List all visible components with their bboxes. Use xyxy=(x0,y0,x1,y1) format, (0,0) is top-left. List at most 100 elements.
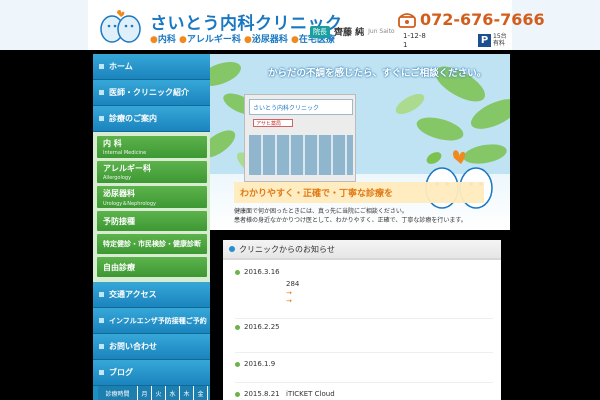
news-text[interactable]: 284 xyxy=(286,280,299,288)
sidebar-item-about[interactable]: 医師・クリニック紹介 xyxy=(93,80,210,106)
arrow-link-icon[interactable]: → xyxy=(286,297,292,305)
hero-subtitle: わかりやすく・正確で・丁寧な診療を xyxy=(234,182,484,203)
hero-body-line: 健康面で何か困ったときには、真っ先に当院にご相談ください。 xyxy=(234,208,408,215)
square-bullet-icon xyxy=(99,116,104,121)
hours-header: 診療時間 xyxy=(98,386,138,400)
subnav-item-vaccination[interactable]: 予防接種 xyxy=(97,211,207,231)
subnav-item-urology[interactable]: 泌尿器科 Urology＆Nephrology xyxy=(97,186,207,208)
mascot-characters-icon xyxy=(425,150,493,209)
subnav-sublabel: Urology＆Nephrology xyxy=(103,201,156,207)
news-header: クリニックからのお知らせ xyxy=(223,240,501,260)
phone-contact[interactable]: 072-676-7666 xyxy=(398,10,545,29)
subnav-item-allergology[interactable]: アレルギー科 Allergology xyxy=(97,161,207,183)
square-bullet-icon xyxy=(99,318,104,323)
sidebar-nav: ホーム 医師・クリニック紹介 診療のご案内 内 科 Internal Medic… xyxy=(93,54,210,400)
sidebar-item-access[interactable]: 交通アクセス xyxy=(93,282,210,308)
hours-day: 火 xyxy=(152,386,166,400)
parking-info: P 15台 有料 xyxy=(478,33,507,47)
doctor-title-badge: 院長 xyxy=(310,25,330,38)
subnav-label: 特定健診・市民検診・健康診断 xyxy=(103,240,201,248)
parking-fee: 有料 xyxy=(493,40,506,47)
news-date: 2016.1.9 xyxy=(244,360,276,368)
building-sign: さいとう内科クリニック xyxy=(249,99,353,115)
news-section: クリニックからのお知らせ 2016.3.16 284 → → 2016.2.25… xyxy=(223,240,501,400)
building-windows xyxy=(249,135,353,175)
subnav-item-self-pay[interactable]: 自由診療 xyxy=(97,257,207,277)
address-line: 1 xyxy=(403,41,408,49)
bullet-icon: ● xyxy=(150,35,158,45)
mascot-logo-icon[interactable] xyxy=(98,7,142,45)
news-date: 2016.2.25 xyxy=(244,323,280,331)
dept-urology: 泌尿器科 xyxy=(251,35,288,45)
clinic-address: 1-12-8 1 xyxy=(403,32,426,50)
bullet-icon: ● xyxy=(244,35,252,45)
sidebar-item-flu-reservation[interactable]: インフルエンザ予防接種ご予約 xyxy=(93,308,210,334)
phone-number[interactable]: 072-676-7666 xyxy=(420,10,545,29)
dept-internal: 内科 xyxy=(157,35,176,45)
sidebar-item-home[interactable]: ホーム xyxy=(93,54,210,80)
hours-day: 金 xyxy=(194,386,208,400)
news-date: 2015.8.21 xyxy=(244,390,280,398)
address-line: 1-12-8 xyxy=(403,32,426,40)
hours-day: 木 xyxy=(180,386,194,400)
hero-body: 健康面で何か困ったときには、真っ先に当院にご相談ください。 患者様の身近なかかり… xyxy=(234,207,509,225)
subnav-item-internal-medicine[interactable]: 内 科 Internal Medicine xyxy=(97,136,207,158)
news-divider xyxy=(235,318,493,319)
news-item[interactable]: 2015.8.21 xyxy=(235,390,280,398)
subnav-sublabel: Allergology xyxy=(103,175,132,181)
sidebar-item-label: お問い合わせ xyxy=(109,342,157,351)
news-divider xyxy=(235,352,493,353)
bullet-icon: ● xyxy=(291,35,299,45)
sidebar-item-label: 交通アクセス xyxy=(109,290,157,299)
parking-count: 15台 xyxy=(493,33,507,40)
sidebar-item-blog[interactable]: ブログ xyxy=(93,360,210,386)
clinic-building-photo: さいとう内科クリニック アサヒ薬局 xyxy=(244,94,356,182)
circle-bullet-icon xyxy=(235,269,240,275)
subnav-item-health-checkup[interactable]: 特定健診・市民検診・健康診断 xyxy=(97,234,207,254)
header-left-band xyxy=(0,0,88,50)
sidebar-item-label: 診療のご案内 xyxy=(109,114,157,123)
hours-day: 水 xyxy=(166,386,180,400)
news-item[interactable]: 2016.3.16 xyxy=(235,268,280,276)
department-list: ●内科 ●アレルギー科 ●泌尿器科 ●在宅医療 xyxy=(150,32,335,45)
doctor-romaji: Jun Saito xyxy=(368,28,395,35)
sidebar-item-contact[interactable]: お問い合わせ xyxy=(93,334,210,360)
square-bullet-icon xyxy=(99,64,104,69)
news-title: クリニックからのお知らせ xyxy=(239,244,335,254)
square-bullet-icon xyxy=(99,370,104,375)
doctor-info: 院長 齊藤 純 Jun Saito xyxy=(310,25,395,38)
square-bullet-icon xyxy=(99,90,104,95)
sidebar-item-label: インフルエンザ予防接種ご予約 xyxy=(109,316,207,325)
doctor-name: 齊藤 純 xyxy=(334,28,365,38)
subnav-label: 泌尿器科 xyxy=(103,189,135,198)
arrow-link-icon[interactable]: → xyxy=(286,289,292,297)
parking-text: 15台 有料 xyxy=(493,33,507,47)
hero-headline: からだの不調を感じたら、すぐにご相談ください。 xyxy=(268,68,487,79)
news-item[interactable]: 2016.2.25 xyxy=(235,323,280,331)
circle-bullet-icon xyxy=(229,246,235,252)
subnav-label: 予防接種 xyxy=(103,216,135,226)
news-text[interactable]: iTICKET Cloud xyxy=(286,390,335,398)
sidebar-item-services[interactable]: 診療のご案内 xyxy=(93,106,210,132)
circle-bullet-icon xyxy=(235,361,240,367)
bullet-icon: ● xyxy=(179,35,187,45)
subnav-sublabel: Internal Medicine xyxy=(103,150,147,156)
hours-day: 月 xyxy=(138,386,152,400)
news-divider xyxy=(235,382,493,383)
subnav-label: 内 科 xyxy=(103,139,122,148)
dept-allergy: アレルギー科 xyxy=(186,35,241,45)
subnav-label: アレルギー科 xyxy=(103,164,151,173)
site-header: さいとう内科クリニック ●内科 ●アレルギー科 ●泌尿器科 ●在宅医療 院長 齊… xyxy=(0,0,600,50)
news-item[interactable]: 2016.1.9 xyxy=(235,360,275,368)
sidebar-item-label: 医師・クリニック紹介 xyxy=(109,88,189,97)
parking-icon: P xyxy=(478,33,491,47)
circle-bullet-icon xyxy=(235,391,240,397)
hours-table: 診療時間 月 火 水 木 金 xyxy=(98,386,208,400)
hero-body-line: 患者様の身近なかかりつけ医として、わかりやすく、正確で、丁寧な診療を行います。 xyxy=(234,217,467,224)
circle-bullet-icon xyxy=(235,324,240,330)
square-bullet-icon xyxy=(99,344,104,349)
sidebar-item-label: ホーム xyxy=(109,62,133,71)
hero-banner: からだの不調を感じたら、すぐにご相談ください。 さいとう内科クリニック アサヒ薬… xyxy=(210,54,510,230)
news-date: 2016.3.16 xyxy=(244,268,280,276)
subnav-label: 自由診療 xyxy=(103,262,135,272)
